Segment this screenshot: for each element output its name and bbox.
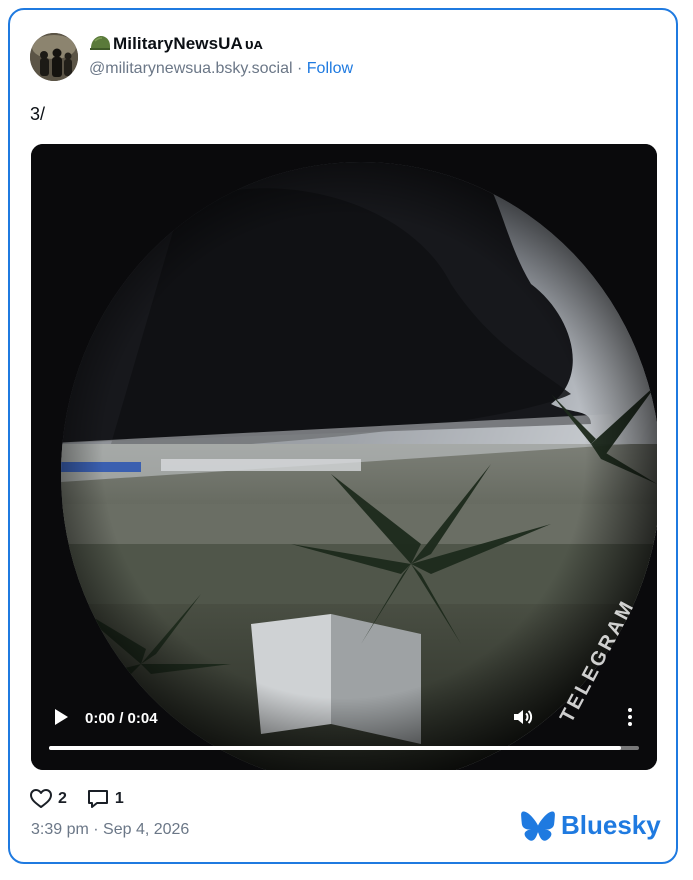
display-name-suffix: ᴜᴀ [244,35,263,53]
video-time: 0:00 / 0:04 [85,710,158,727]
video-controls: 0:00 / 0:04 [31,695,657,770]
video-progress-fill [49,746,622,750]
separator-dot: · [292,60,307,77]
author-name[interactable]: MilitaryNewsUA ᴜᴀ [89,34,263,54]
reply-button[interactable]: 1 [87,789,124,809]
video-progress-bar[interactable] [49,746,639,750]
brand-name: Bluesky [561,810,661,840]
display-name: MilitaryNewsUA [113,34,243,53]
post-timestamp[interactable]: 3:39 pm · Sep 4, 2026 [31,821,189,839]
speech-bubble-icon [87,790,108,808]
avatar-image [30,33,78,81]
handle-row: @militarynewsua.bsky.social · Follow [89,60,353,78]
butterfly-icon [521,810,555,841]
more-vertical-icon[interactable] [623,705,637,729]
heart-icon [30,789,52,808]
post-text: 3/ [30,104,46,124]
avatar[interactable] [30,33,78,81]
like-count: 2 [58,790,67,807]
like-button[interactable]: 2 [30,789,67,809]
video-player[interactable]: TELEGRAM 0:00 / 0:04 [31,144,657,770]
play-icon[interactable] [53,708,69,726]
bluesky-logo-link[interactable]: Bluesky [521,810,661,841]
reply-count: 1 [114,790,124,807]
video-frame: TELEGRAM [31,144,657,770]
volume-icon[interactable] [511,705,535,729]
military-helmet-icon [90,36,110,50]
post-card: MilitaryNewsUA ᴜᴀ @militarynewsua.bsky.so… [8,8,678,864]
author-handle[interactable]: @militarynewsua.bsky.social [89,60,293,77]
follow-link[interactable]: Follow [307,60,353,77]
engagement-row: 2 1 [30,789,144,809]
